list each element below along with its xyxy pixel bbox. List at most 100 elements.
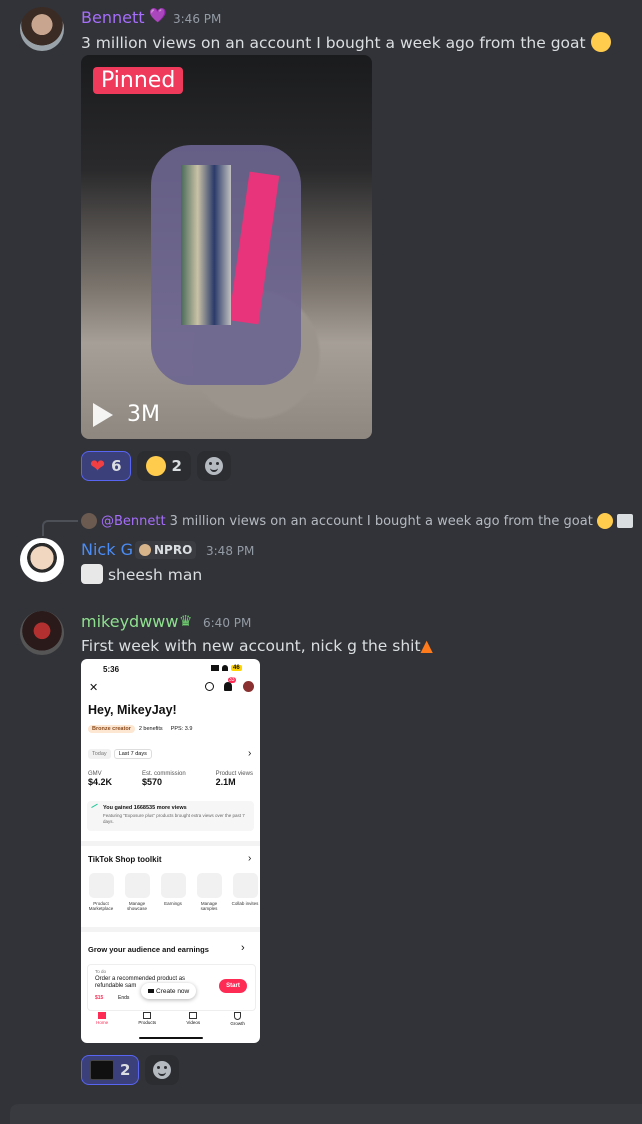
toolkit-title: TikTok Shop toolkit [88,855,162,864]
timestamp: 3:48 PM [206,544,255,558]
reply-text: 3 million views on an account I bought a… [169,513,593,529]
start-button[interactable]: Start [219,979,247,993]
crown-icon: ♛ [179,612,193,630]
tab-last-7-days[interactable]: Last 7 days [113,749,152,759]
grow-title: Grow your audience and earnings [88,945,209,954]
earnings-icon [160,873,186,898]
avatar-bennett[interactable] [20,7,64,51]
nav-products[interactable]: Products [138,1009,156,1033]
video-views: 3M [127,402,160,427]
stat-gmv: GMV $4.2K [88,771,113,787]
chevron-right-icon[interactable]: › [248,853,251,864]
search-icon[interactable] [205,682,214,691]
image-icon [616,514,633,528]
play-icon[interactable] [93,403,113,427]
reactions-bar: 2 [81,1055,180,1085]
shield-icon [234,1012,242,1020]
message-text: 3 million views on an account I bought a… [81,32,611,52]
reaction-server-logo[interactable]: 2 [81,1055,140,1085]
marketplace-icon [88,873,114,898]
status-time: 5:36 [103,665,120,674]
goat-icon [81,564,103,584]
reply-author: @Bennett [101,513,166,529]
greeting: Hey, MikeyJay! [88,703,177,717]
fire-icon: ▲ [420,636,433,655]
tag-icon [139,544,151,556]
nav-videos[interactable]: Videos [186,1009,200,1033]
avatar-mikeydwww[interactable] [20,611,64,655]
toolkit-grid: Product Marketplace Manage showcase Earn… [86,873,260,911]
username-mikeydwww[interactable]: mikeydwww [81,612,178,631]
message-text: First week with new account, nick g the … [81,636,433,655]
reply-avatar [81,513,97,529]
profile-avatar[interactable] [243,681,254,692]
image-attachment[interactable]: 5:36 46 ✕ 33 Hey, MikeyJay! Bronze creat… [81,659,260,1043]
reaction-heart[interactable]: ❤ 6 [81,451,131,481]
bottom-nav: Home Products Videos Growth [81,1009,260,1033]
reactions-bar: ❤ 6 2 [81,451,231,481]
username-nick-g[interactable]: Nick G [81,540,133,559]
creator-row: Bronze creator 2 benefits PPS: 3.9 [88,725,192,733]
message-text: sheesh man [81,564,202,584]
pps: PPS: 3.9 [170,726,193,732]
reply-preview[interactable]: @Bennett 3 million views on an account I… [81,513,633,529]
smiley-icon [153,1061,172,1079]
divider [81,927,260,932]
samples-icon [196,873,222,898]
home-indicator [139,1037,203,1039]
home-icon [98,1012,107,1019]
benefits[interactable]: 2 benefits [139,726,163,732]
battery-icon: 46 [231,665,242,671]
server-tag[interactable]: NPRO [135,541,197,559]
gain-card[interactable]: You gained 1668535 more views Featuring … [87,801,254,831]
toolkit-item[interactable]: Earnings [158,873,188,911]
gain-title: You gained 1668535 more views [103,805,187,811]
username-bennett[interactable]: Bennett [81,8,145,27]
gain-description: Featuring "Exposure plus" products broug… [103,813,245,824]
chevron-right-icon[interactable]: › [241,942,245,954]
video-cards [181,165,231,325]
add-reaction-button[interactable] [145,1055,180,1085]
toolkit-item[interactable]: Manage samples [194,873,224,911]
camera-icon [148,989,154,993]
toolkit-item[interactable]: Product Marketplace [86,873,116,911]
bag-icon [143,1012,152,1019]
toolkit-item[interactable]: Manage showcase [122,873,152,911]
tab-today[interactable]: Today [88,749,111,759]
saluting-face-icon [145,456,166,476]
trend-icon [91,803,100,812]
nav-home[interactable]: Home [96,1009,108,1033]
bell-icon[interactable] [224,682,232,691]
showcase-icon [124,873,150,898]
video-attachment[interactable]: Pinned 3M [81,55,372,439]
wifi-icon [222,665,228,671]
toolkit-item[interactable]: Collab invites [230,873,260,911]
date-tabs: Today Last 7 days [88,749,152,759]
create-now-button[interactable]: Create now [141,983,197,999]
stat-product-views: Product views 2.1M [215,771,253,787]
saluting-face-icon [596,513,613,529]
reaction-saluting-face[interactable]: 2 [136,451,191,481]
timestamp: 6:40 PM [203,616,252,630]
reply-spine [42,520,78,536]
notification-badge: 33 [228,677,236,683]
add-reaction-button[interactable] [196,451,231,481]
divider [81,841,260,846]
video-icon [189,1012,198,1019]
pinned-badge: Pinned [93,67,184,94]
smiley-icon [204,457,223,475]
creator-badge[interactable]: Bronze creator [88,725,135,733]
nav-growth[interactable]: Growth [230,1009,245,1033]
timestamp: 3:46 PM [173,12,222,26]
avatar-nick-g[interactable] [20,538,64,582]
stat-commission: Est. commission $570 [141,771,186,787]
signal-icon [211,665,219,671]
heart-icon: ❤ [90,455,106,477]
stats-row: GMV $4.2K Est. commission $570 Product vie… [88,771,253,787]
close-icon[interactable]: ✕ [89,681,98,694]
message-composer[interactable] [10,1104,642,1124]
todo-label: To do [95,969,107,974]
todo-price: $15 [95,995,104,1001]
chevron-right-icon[interactable]: › [248,748,251,759]
server-logo-icon [90,1060,114,1080]
